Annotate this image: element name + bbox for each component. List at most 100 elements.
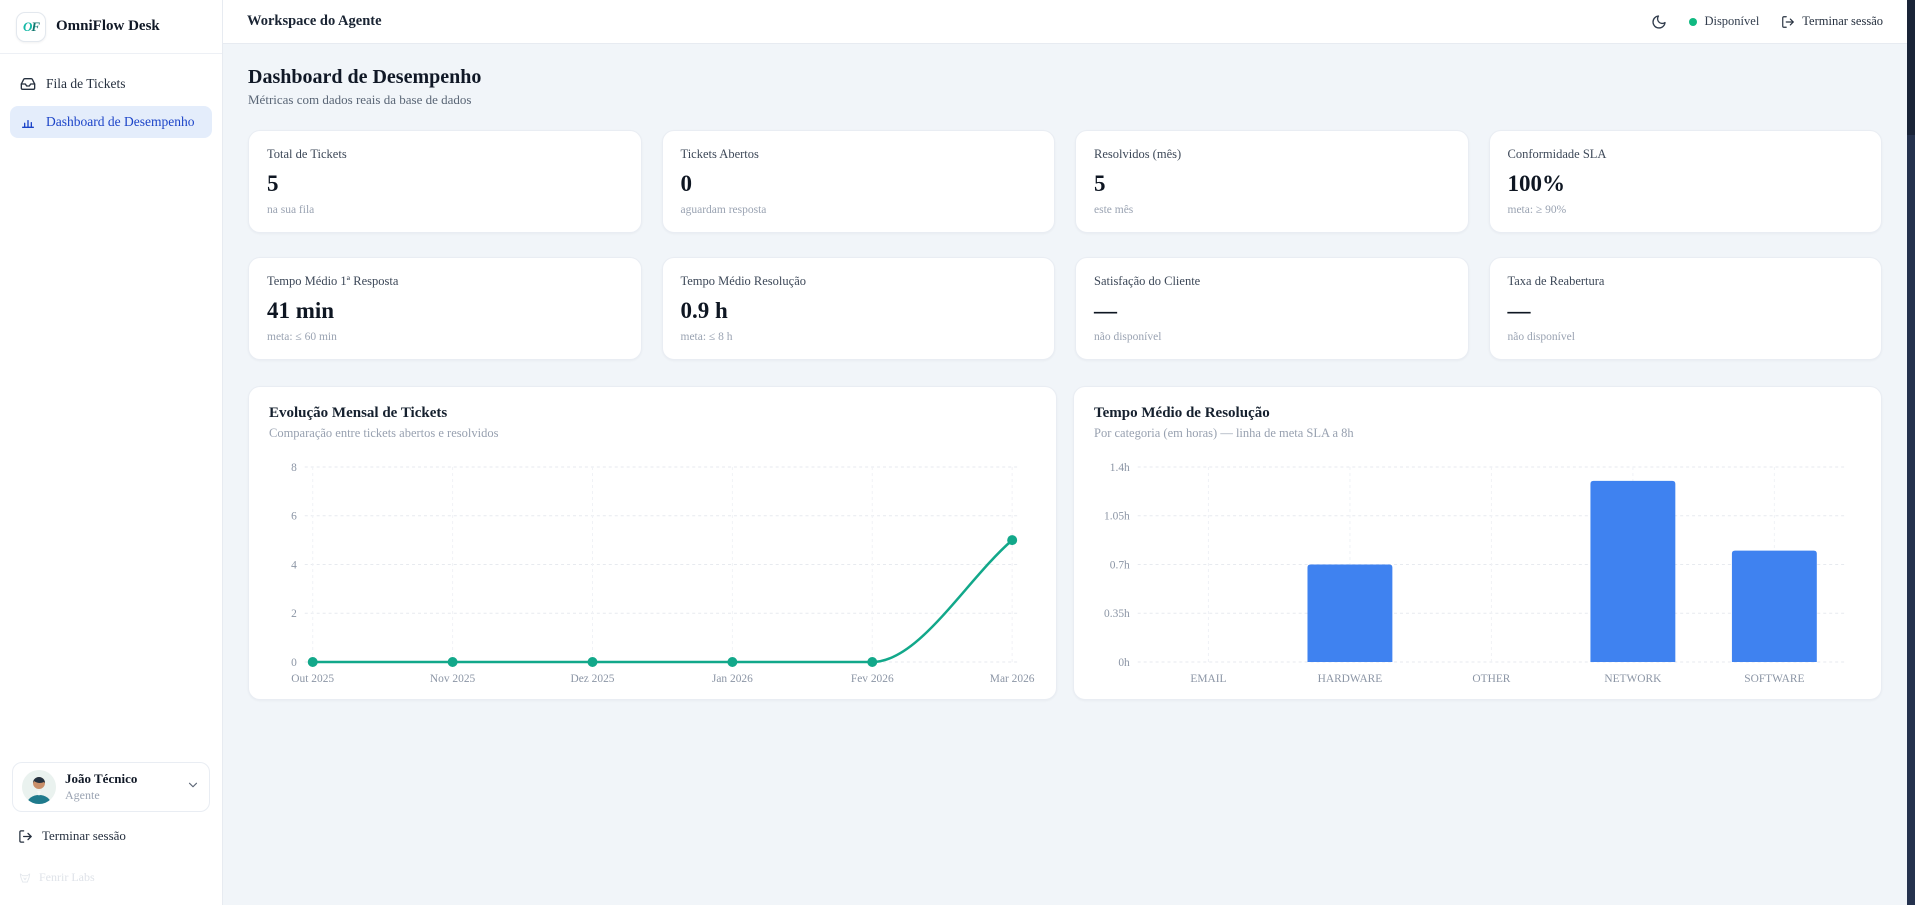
page-title: Dashboard de Desempenho	[248, 66, 1882, 89]
svg-text:1.05h: 1.05h	[1104, 511, 1130, 523]
svg-text:OTHER: OTHER	[1472, 673, 1510, 685]
inbox-icon	[20, 76, 36, 92]
user-meta: João Técnico Agente	[65, 771, 177, 802]
sidebar-nav: Fila de Tickets Dashboard de Desempenho	[0, 54, 222, 152]
charts-grid: Evolução Mensal de Tickets Comparação en…	[248, 386, 1882, 700]
stat-card-label: Resolvidos (mês)	[1094, 147, 1450, 162]
stat-card-sub: meta: ≤ 60 min	[267, 331, 623, 343]
stat-card-sub: meta: ≤ 8 h	[681, 331, 1037, 343]
workspace-title: Workspace do Agente	[247, 13, 382, 30]
stat-card-value: 5	[1094, 172, 1450, 195]
bar-chart: 0h 0.35h 0.7h 1.05h 1.4h EMAIL HARDWARE OTHER NE…	[1094, 455, 1861, 690]
stat-card: Satisfação do Cliente — não disponível	[1075, 257, 1469, 360]
svg-text:Mar 2026: Mar 2026	[990, 673, 1035, 685]
svg-text:0.7h: 0.7h	[1110, 559, 1130, 571]
stat-card-value: 41 min	[267, 299, 623, 322]
line-chart-panel: Evolução Mensal de Tickets Comparação en…	[248, 386, 1057, 700]
avatar	[22, 770, 56, 804]
stat-card-value: 100%	[1508, 172, 1864, 195]
status-dot	[1689, 18, 1697, 26]
topbar: Workspace do Agente Disponível Terminar …	[223, 0, 1907, 44]
theme-toggle-button[interactable]	[1651, 14, 1667, 30]
svg-text:Fev 2026: Fev 2026	[851, 673, 894, 685]
bar-chart-subtitle: Por categoria (em horas) — linha de meta…	[1094, 426, 1861, 441]
scrollbar[interactable]	[1907, 0, 1915, 905]
footer-brand: Fenrir Labs	[12, 860, 210, 897]
svg-text:0h: 0h	[1118, 657, 1130, 669]
line-chart-subtitle: Comparação entre tickets abertos e resol…	[269, 426, 1036, 441]
app-window: OF OmniFlow Desk Fila de Tickets Dashboar…	[0, 0, 1907, 905]
status-label: Disponível	[1704, 14, 1759, 29]
svg-text:Jan 2026: Jan 2026	[712, 673, 753, 685]
wolf-icon	[18, 871, 32, 885]
stat-card-value: 0	[681, 172, 1037, 195]
stat-card-value: 5	[267, 172, 623, 195]
svg-text:Dez 2025: Dez 2025	[570, 673, 614, 685]
sidebar-item-label: Fila de Tickets	[46, 76, 126, 92]
page-subtitle: Métricas com dados reais da base de dado…	[248, 92, 1882, 108]
sidebar: OF OmniFlow Desk Fila de Tickets Dashboar…	[0, 0, 223, 905]
chevron-down-icon	[186, 778, 200, 797]
availability-status[interactable]: Disponível	[1689, 14, 1759, 29]
svg-text:Out 2025: Out 2025	[291, 673, 334, 685]
stat-card: Tickets Abertos0aguardam resposta	[662, 130, 1056, 233]
footer-brand-label: Fenrir Labs	[39, 870, 95, 885]
bar-network	[1590, 481, 1675, 662]
stat-card: Total de Tickets 5 na sua fila	[248, 130, 642, 233]
logout-icon	[1781, 15, 1795, 29]
stat-card-label: Satisfação do Cliente	[1094, 274, 1450, 289]
moon-icon	[1651, 14, 1667, 30]
svg-text:0.35h: 0.35h	[1104, 608, 1130, 620]
sidebar-item-label: Dashboard de Desempenho	[46, 114, 194, 130]
brand-name: OmniFlow Desk	[56, 18, 160, 35]
header-logout-button[interactable]: Terminar sessão	[1781, 14, 1883, 29]
stat-card-label: Tempo Médio Resolução	[681, 274, 1037, 289]
svg-text:8: 8	[291, 462, 297, 474]
svg-text:4: 4	[291, 559, 297, 571]
stat-card: Tempo Médio 1ª Resposta 41 min meta: ≤ 60 …	[248, 257, 642, 360]
main-area: Workspace do Agente Disponível Terminar …	[223, 0, 1907, 905]
svg-text:Nov 2025: Nov 2025	[430, 673, 476, 685]
topbar-actions: Disponível Terminar sessão	[1651, 14, 1883, 30]
scrollbar-thumb[interactable]	[1907, 0, 1915, 135]
user-menu[interactable]: João Técnico Agente	[12, 762, 210, 812]
sidebar-item-fila-de-tickets[interactable]: Fila de Tickets	[10, 68, 212, 100]
stat-card: Tempo Médio Resolução 0.9 h meta: ≤ 8 h	[662, 257, 1056, 360]
omniflow-logo-icon: OF	[16, 12, 46, 42]
user-name: João Técnico	[65, 771, 177, 787]
svg-text:NETWORK: NETWORK	[1604, 673, 1662, 685]
stat-card-label: Tempo Médio 1ª Resposta	[267, 274, 623, 289]
bar-chart-icon	[20, 114, 36, 130]
sidebar-item-dashboard-de-desempenho[interactable]: Dashboard de Desempenho	[10, 106, 212, 138]
bar-hardware	[1307, 565, 1392, 663]
svg-text:SOFTWARE: SOFTWARE	[1744, 673, 1804, 685]
sidebar-logout-button[interactable]: Terminar sessão	[12, 824, 210, 848]
stat-card-value: 0.9 h	[681, 299, 1037, 322]
stat-card-label: Taxa de Reabertura	[1508, 274, 1864, 289]
bar-chart-panel: Tempo Médio de Resolução Por categoria (…	[1073, 386, 1882, 700]
user-role: Agente	[65, 788, 177, 803]
content: Dashboard de Desempenho Métricas com dad…	[223, 44, 1907, 905]
svg-text:EMAIL: EMAIL	[1190, 673, 1226, 685]
stat-card-label: Total de Tickets	[267, 147, 623, 162]
line-chart-title: Evolução Mensal de Tickets	[269, 405, 1036, 422]
brand: OF OmniFlow Desk	[0, 0, 222, 54]
stat-cards-grid: Total de Tickets 5 na sua fila Tickets Aber…	[248, 130, 1882, 360]
stat-card-label: Conformidade SLA	[1508, 147, 1864, 162]
stat-card-sub: não disponível	[1094, 331, 1450, 343]
svg-text:6: 6	[291, 511, 297, 523]
bar-software	[1732, 551, 1817, 662]
line-chart: 02468Out 2025Nov 2025Dez 2025Jan 2026Fev…	[269, 455, 1036, 690]
svg-text:HARDWARE: HARDWARE	[1318, 673, 1383, 685]
stat-card-sub: não disponível	[1508, 331, 1864, 343]
svg-text:1.4h: 1.4h	[1110, 462, 1130, 474]
bar-chart-title: Tempo Médio de Resolução	[1094, 405, 1861, 422]
svg-text:0: 0	[291, 657, 297, 669]
stat-card-sub: meta: ≥ 90%	[1508, 204, 1864, 216]
stat-card-label: Tickets Abertos	[681, 147, 1037, 162]
stat-card-sub: na sua fila	[267, 204, 623, 216]
stat-card-sub: este mês	[1094, 204, 1450, 216]
stat-card: Resolvidos (mês) 5 este mês	[1075, 130, 1469, 233]
stat-card-value: —	[1094, 299, 1450, 322]
stat-card: Conformidade SLA 100% meta: ≥ 90%	[1489, 130, 1883, 233]
